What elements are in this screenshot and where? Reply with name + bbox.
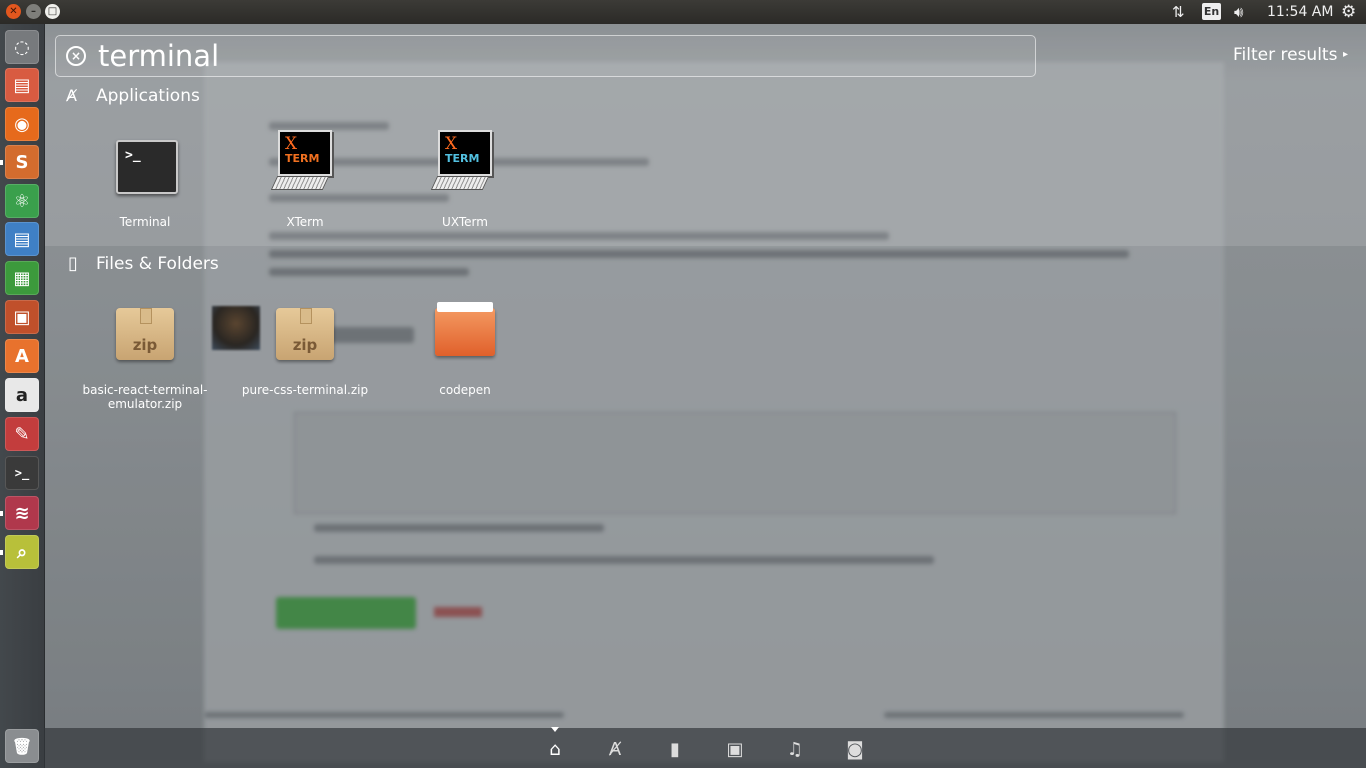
software-center-icon[interactable]: A: [5, 339, 39, 373]
session-gear-icon[interactable]: ⚙: [1341, 0, 1356, 24]
photo-lens-icon[interactable]: ◙: [843, 738, 867, 762]
lens-bar: [44, 728, 1366, 768]
search-input[interactable]: [98, 38, 998, 74]
result-label: Terminal: [119, 215, 171, 229]
files-icon[interactable]: ▤: [5, 68, 39, 102]
result-label: codepen: [439, 383, 491, 397]
xterm-icon-x: X: [285, 134, 298, 154]
zip-file-icon[interactable]: zip: [116, 308, 174, 360]
applications-lens-icon[interactable]: Ⱥ: [603, 738, 627, 762]
image-thumbnail[interactable]: [212, 306, 260, 350]
terminal-icon[interactable]: >_: [5, 456, 39, 490]
network-icon[interactable]: ⇅: [1172, 0, 1185, 24]
running-indicator: [0, 550, 3, 555]
chevron-right-icon[interactable]: ▸: [1343, 49, 1348, 60]
result-label: XTerm: [286, 215, 324, 229]
dash-search-bar[interactable]: ×: [55, 35, 1036, 77]
result-label: basic-react-terminal-emulator.zip: [82, 383, 208, 411]
zip-file-icon[interactable]: zip: [276, 308, 334, 360]
folder-icon[interactable]: [435, 302, 495, 356]
music-lens-icon[interactable]: ♫: [783, 738, 807, 762]
amazon-icon[interactable]: a: [5, 378, 39, 412]
volume-icon[interactable]: 🔊︎: [1234, 0, 1243, 24]
minimize-window-button[interactable]: –: [26, 4, 41, 19]
terminal-app-icon[interactable]: >_: [116, 140, 178, 194]
atom-icon[interactable]: ⚛: [5, 184, 39, 218]
libreoffice-impress-icon[interactable]: ▣: [5, 300, 39, 334]
applications-category-icon: Ⱥ: [66, 86, 77, 105]
xterm-app-icon[interactable]: X TERM: [270, 130, 334, 192]
running-indicator: [0, 160, 3, 165]
uxterm-icon-term: TERM: [445, 152, 480, 165]
files-category-header[interactable]: Files & Folders: [96, 254, 219, 274]
libreoffice-calc-icon[interactable]: ▦: [5, 261, 39, 295]
maximize-window-button[interactable]: □: [45, 4, 60, 19]
keyboard-layout-indicator[interactable]: En: [1202, 3, 1221, 20]
clock[interactable]: 11:54 AM: [1267, 0, 1333, 24]
files-lens-icon[interactable]: ▮: [663, 738, 687, 762]
uxterm-icon-x: X: [445, 134, 458, 154]
top-panel: ✕ – □ ⇅ En 🔊︎ 11:54 AM ⚙: [0, 0, 1366, 24]
result-label: pure-css-terminal.zip: [241, 383, 369, 397]
trash-icon[interactable]: 🗑: [5, 729, 39, 763]
filter-results-button[interactable]: Filter results: [1233, 45, 1337, 65]
launcher: ◌ ▤ ◉ S ⚛ ▤ ▦ ▣ Aa ✎ >_ ≋ ⌕ 🗑: [0, 24, 45, 768]
xterm-icon-term: TERM: [285, 152, 320, 165]
result-label: UXTerm: [442, 215, 488, 229]
clear-search-icon[interactable]: ×: [66, 46, 86, 66]
system-settings-icon[interactable]: ✎: [5, 417, 39, 451]
applications-category-header[interactable]: Applications: [96, 86, 200, 106]
sublime-text-icon[interactable]: S: [5, 145, 39, 179]
search-tool-icon[interactable]: ⌕: [5, 535, 39, 569]
close-window-button[interactable]: ✕: [6, 4, 21, 19]
libreoffice-writer-icon[interactable]: ▤: [5, 222, 39, 256]
uxterm-app-icon[interactable]: X TERM: [430, 130, 494, 192]
files-category-icon: ▯: [68, 253, 78, 274]
running-indicator: [0, 511, 3, 516]
active-lens-marker: [551, 727, 559, 732]
home-lens-icon[interactable]: ⌂: [543, 738, 567, 762]
dash-home-icon[interactable]: ◌: [5, 30, 39, 64]
editor-icon[interactable]: ≋: [5, 496, 39, 530]
video-lens-icon[interactable]: ▣: [723, 738, 747, 762]
firefox-icon[interactable]: ◉: [5, 107, 39, 141]
